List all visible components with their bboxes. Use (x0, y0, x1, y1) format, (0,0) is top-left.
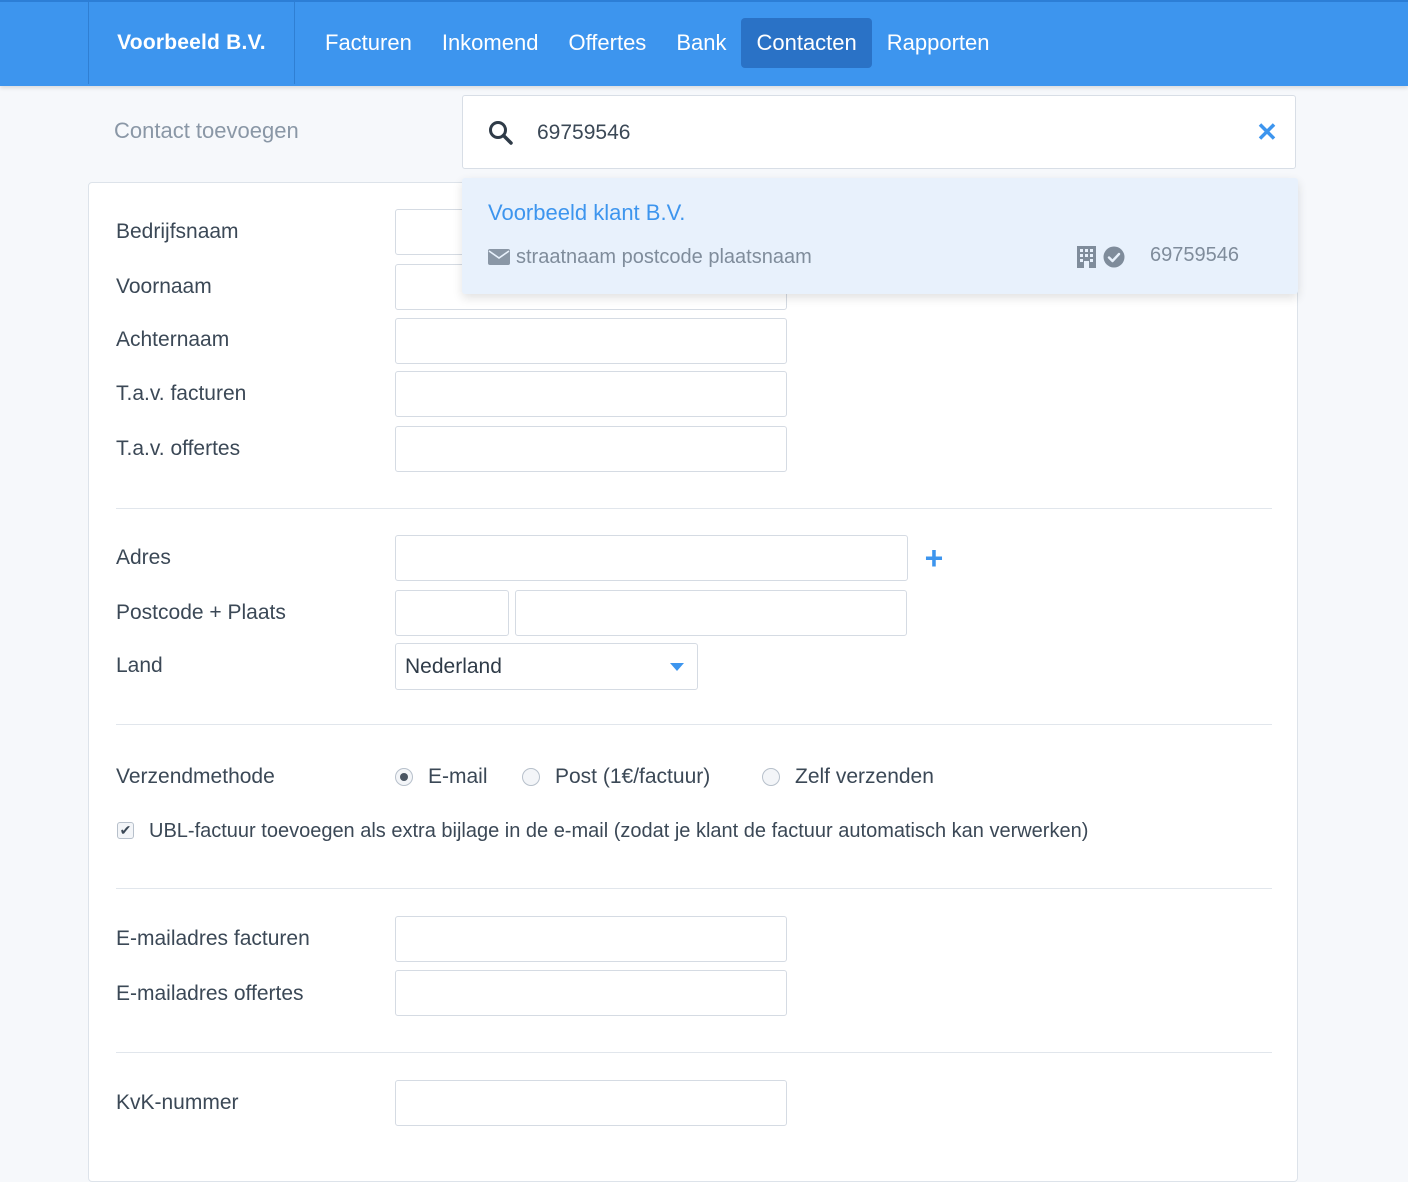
country-label: Land (116, 654, 163, 677)
radio-self-send-label[interactable]: Zelf verzenden (795, 765, 934, 789)
search-input[interactable] (535, 114, 1219, 152)
mail-icon (488, 249, 510, 265)
radio-post-label[interactable]: Post (1€/factuur) (555, 765, 710, 789)
search-box: ✕ (462, 95, 1296, 169)
country-select-value: Nederland (405, 655, 502, 678)
postcode-city-label: Postcode + Plaats (116, 601, 286, 624)
nav-facturen[interactable]: Facturen (310, 18, 427, 68)
city-field[interactable] (515, 590, 907, 636)
radio-post[interactable] (522, 768, 540, 786)
chevron-down-icon (670, 663, 684, 671)
kvk-number-label: KvK-nummer (116, 1091, 239, 1114)
search-icon (489, 121, 513, 145)
nav-rapporten[interactable]: Rapporten (872, 18, 1005, 68)
radio-email-label[interactable]: E-mail (428, 765, 488, 789)
section-divider (116, 888, 1272, 889)
brand-name[interactable]: Voorbeeld B.V. (88, 2, 295, 84)
ubl-checkbox[interactable]: ✔ (117, 822, 134, 839)
main-nav: Facturen Inkomend Offertes Bank Contacte… (310, 18, 1005, 68)
email-invoices-field[interactable] (395, 916, 787, 962)
attn-quotes-label: T.a.v. offertes (116, 437, 241, 460)
address-field[interactable] (395, 535, 908, 581)
first-name-label: Voornaam (116, 275, 212, 298)
ubl-checkbox-label[interactable]: UBL-factuur toevoegen als extra bijlage … (149, 820, 1088, 843)
kvk-number-field[interactable] (395, 1080, 787, 1126)
page-title: Contact toevoegen (114, 118, 299, 143)
nav-bank[interactable]: Bank (661, 18, 741, 68)
building-icon (1077, 246, 1096, 268)
result-kvk-number: 69759546 (1150, 244, 1239, 266)
email-invoices-label: E-mailadres facturen (116, 927, 310, 950)
attn-quotes-field[interactable] (395, 426, 787, 472)
email-quotes-label: E-mailadres offertes (116, 982, 304, 1005)
close-icon[interactable]: ✕ (1253, 118, 1281, 146)
email-quotes-field[interactable] (395, 970, 787, 1016)
add-address-line-icon[interactable]: + (920, 542, 948, 574)
search-result-item[interactable]: Voorbeeld klant B.V. straatnaam postcode… (462, 178, 1298, 294)
postcode-field[interactable] (395, 590, 509, 636)
attn-invoices-field[interactable] (395, 371, 787, 417)
last-name-field[interactable] (395, 318, 787, 364)
country-select[interactable]: Nederland (395, 643, 698, 690)
radio-email[interactable] (395, 768, 413, 786)
nav-offertes[interactable]: Offertes (553, 18, 661, 68)
nav-inkomend[interactable]: Inkomend (427, 18, 554, 68)
attn-invoices-label: T.a.v. facturen (116, 382, 247, 405)
top-navbar: Voorbeeld B.V. Facturen Inkomend Offerte… (0, 0, 1408, 86)
result-address: straatnaam postcode plaatsnaam (516, 246, 812, 268)
send-method-label: Verzendmethode (116, 765, 275, 788)
address-label: Adres (116, 546, 171, 569)
section-divider (116, 1052, 1272, 1053)
nav-contacten[interactable]: Contacten (741, 18, 872, 68)
radio-self-send[interactable] (762, 768, 780, 786)
section-divider (116, 724, 1272, 725)
verified-check-icon (1103, 246, 1125, 268)
last-name-label: Achternaam (116, 328, 230, 351)
section-divider (116, 508, 1272, 509)
result-company-name[interactable]: Voorbeeld klant B.V. (488, 200, 685, 226)
company-name-label: Bedrijfsnaam (116, 220, 239, 243)
